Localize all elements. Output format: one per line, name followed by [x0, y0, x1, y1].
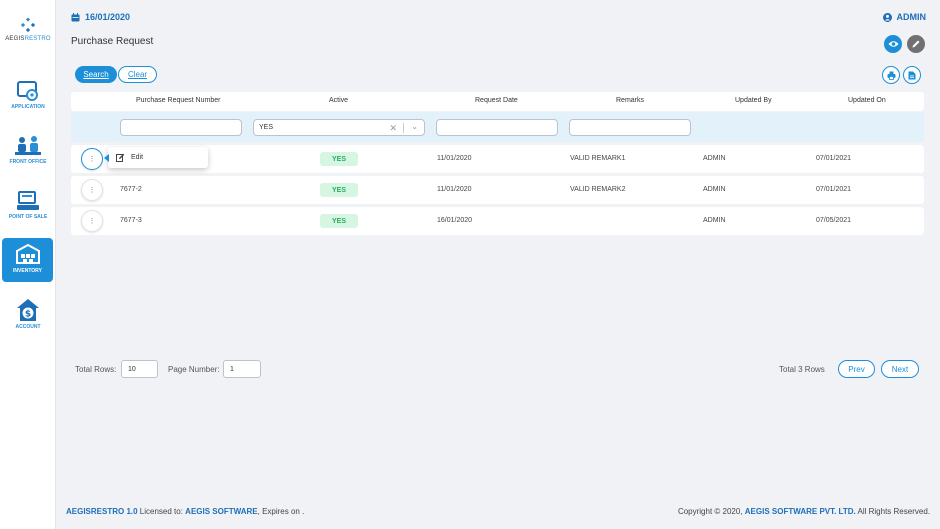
export-document-button[interactable] [903, 66, 921, 84]
document-icon [908, 71, 916, 79]
select-divider [403, 123, 404, 133]
logo-icon [21, 18, 35, 32]
printer-icon [887, 71, 895, 80]
row-actions-button[interactable]: ⋮ [81, 148, 103, 170]
edit-icon [116, 153, 125, 162]
front-office-people-icon [15, 136, 41, 155]
row-actions-button[interactable]: ⋮ [81, 210, 103, 232]
sidebar-item-label: ACCOUNT [15, 324, 41, 330]
edit-mode-button[interactable] [907, 35, 925, 53]
app-logo[interactable]: AEGISRESTRO [0, 18, 56, 42]
svg-text:$: $ [25, 310, 31, 320]
cell-updated-on: 07/01/2021 [816, 186, 852, 193]
filter-row: YES ✕ ⌄ [71, 112, 924, 142]
footer-product: AEGISRESTRO 1.0 [66, 507, 138, 516]
sidebar-item-inventory[interactable]: INVENTORY [2, 238, 53, 282]
table-row: ⋮ 7677-3 YES 16/01/2020 ADMIN 07/05/2021 [71, 207, 924, 235]
date-text: 16/01/2020 [85, 12, 131, 22]
clear-button[interactable]: Clear [118, 66, 157, 83]
row-actions-button[interactable]: ⋮ [81, 179, 103, 201]
filter-request-date-input[interactable] [436, 119, 558, 136]
cell-updated-on: 07/05/2021 [816, 217, 852, 224]
cell-updated-by: ADMIN [703, 217, 726, 224]
total-rows-text: Total 3 Rows [779, 365, 825, 374]
cell-updated-on: 07/01/2021 [816, 155, 852, 162]
page-title: Purchase Request [71, 36, 154, 47]
table-row: ⋮ 7677-2 YES 11/01/2020 VALID REMARK2 AD… [71, 176, 924, 204]
column-header-updated-on[interactable]: Updated On [848, 97, 886, 104]
pencil-icon [912, 40, 920, 48]
status-badge: YES [320, 183, 358, 197]
sidebar-item-label: APPLICATION [11, 104, 45, 110]
total-rows-input[interactable]: 10 [121, 360, 158, 378]
sidebar-item-application[interactable]: APPLICATION [0, 76, 56, 122]
table-header: Purchase Request Number Active Request D… [71, 92, 924, 111]
user-name: ADMIN [896, 12, 927, 22]
footer-company: AEGIS SOFTWARE PVT. LTD. [744, 507, 856, 516]
cell-number: 7677-2 [120, 186, 142, 193]
filter-number-input[interactable] [120, 119, 242, 136]
column-header-request-date[interactable]: Request Date [475, 97, 518, 104]
cell-updated-by: ADMIN [703, 186, 726, 193]
footer-rights-text: All Rights Reserved. [855, 507, 930, 516]
pos-terminal-icon [17, 191, 39, 210]
cell-request-date: 11/01/2020 [437, 186, 472, 193]
sidebar-item-label: FRONT OFFICE [9, 159, 47, 165]
footer-licensed-text: Licensed to: [137, 507, 186, 516]
page-number-input[interactable]: 1 [223, 360, 261, 378]
top-bar: 16/01/2020 ADMIN [71, 12, 926, 26]
inventory-warehouse-icon [15, 243, 40, 264]
cell-request-date: 11/01/2020 [437, 155, 472, 162]
filter-active-select[interactable]: YES ✕ ⌄ [253, 119, 425, 136]
sidebar-item-account[interactable]: $ ACCOUNT [0, 294, 56, 340]
sidebar: AEGISRESTRO APPLICATION FRONT OFFICE POI… [0, 0, 56, 529]
cell-remarks: VALID REMARK2 [570, 186, 626, 193]
account-dollar-icon: $ [17, 299, 39, 321]
current-date: 16/01/2020 [71, 12, 130, 22]
edit-menu-item[interactable]: Edit [131, 154, 143, 161]
column-header-remarks[interactable]: Remarks [616, 97, 644, 104]
footer-expires-text: , Expires on . [257, 507, 305, 516]
column-header-number[interactable]: Purchase Request Number [136, 97, 220, 104]
cell-request-date: 16/01/2020 [437, 217, 473, 224]
eye-icon [888, 41, 898, 47]
footer-license: AEGISRESTRO 1.0 Licensed to: AEGIS SOFTW… [66, 507, 304, 516]
filter-active-value: YES [259, 124, 274, 131]
sidebar-item-front-office[interactable]: FRONT OFFICE [0, 131, 56, 177]
footer-copyright: Copyright © 2020, AEGIS SOFTWARE PVT. LT… [678, 507, 930, 516]
print-button[interactable] [882, 66, 900, 84]
filter-remarks-input[interactable] [569, 119, 691, 136]
total-rows-label: Total Rows: [75, 365, 117, 374]
row-context-menu: Edit [108, 147, 208, 168]
status-badge: YES [320, 214, 358, 228]
clear-selection-icon[interactable]: ✕ [389, 123, 397, 134]
application-gear-icon [17, 81, 38, 101]
footer-copyright-text: Copyright © 2020, [677, 507, 745, 516]
sidebar-item-point-of-sale[interactable]: POINT OF SALE [0, 186, 56, 232]
sidebar-item-label: POINT OF SALE [8, 214, 48, 220]
prev-page-button[interactable]: Prev [838, 360, 875, 378]
status-badge: YES [320, 152, 358, 166]
next-page-button[interactable]: Next [881, 360, 919, 378]
footer-licensee: AEGIS SOFTWARE [185, 507, 258, 516]
logo-text: AEGISRESTRO [0, 36, 56, 42]
context-menu-arrow [104, 154, 109, 162]
column-header-updated-by[interactable]: Updated By [735, 97, 772, 104]
logo-text-part-a: AEGIS [5, 36, 25, 42]
view-mode-button[interactable] [884, 35, 902, 53]
column-header-active[interactable]: Active [329, 97, 348, 104]
user-avatar-icon [882, 12, 892, 22]
user-menu[interactable]: ADMIN [882, 12, 927, 22]
calendar-icon [71, 12, 80, 21]
cell-updated-by: ADMIN [703, 155, 726, 162]
page-number-label: Page Number: [168, 365, 220, 374]
logo-text-part-b: RESTRO [24, 36, 51, 42]
search-button[interactable]: Search [75, 66, 117, 83]
sidebar-item-label: INVENTORY [13, 268, 42, 274]
cell-number: 7677-3 [120, 217, 142, 224]
cell-remarks: VALID REMARK1 [570, 155, 626, 162]
chevron-down-icon[interactable]: ⌄ [411, 122, 418, 131]
